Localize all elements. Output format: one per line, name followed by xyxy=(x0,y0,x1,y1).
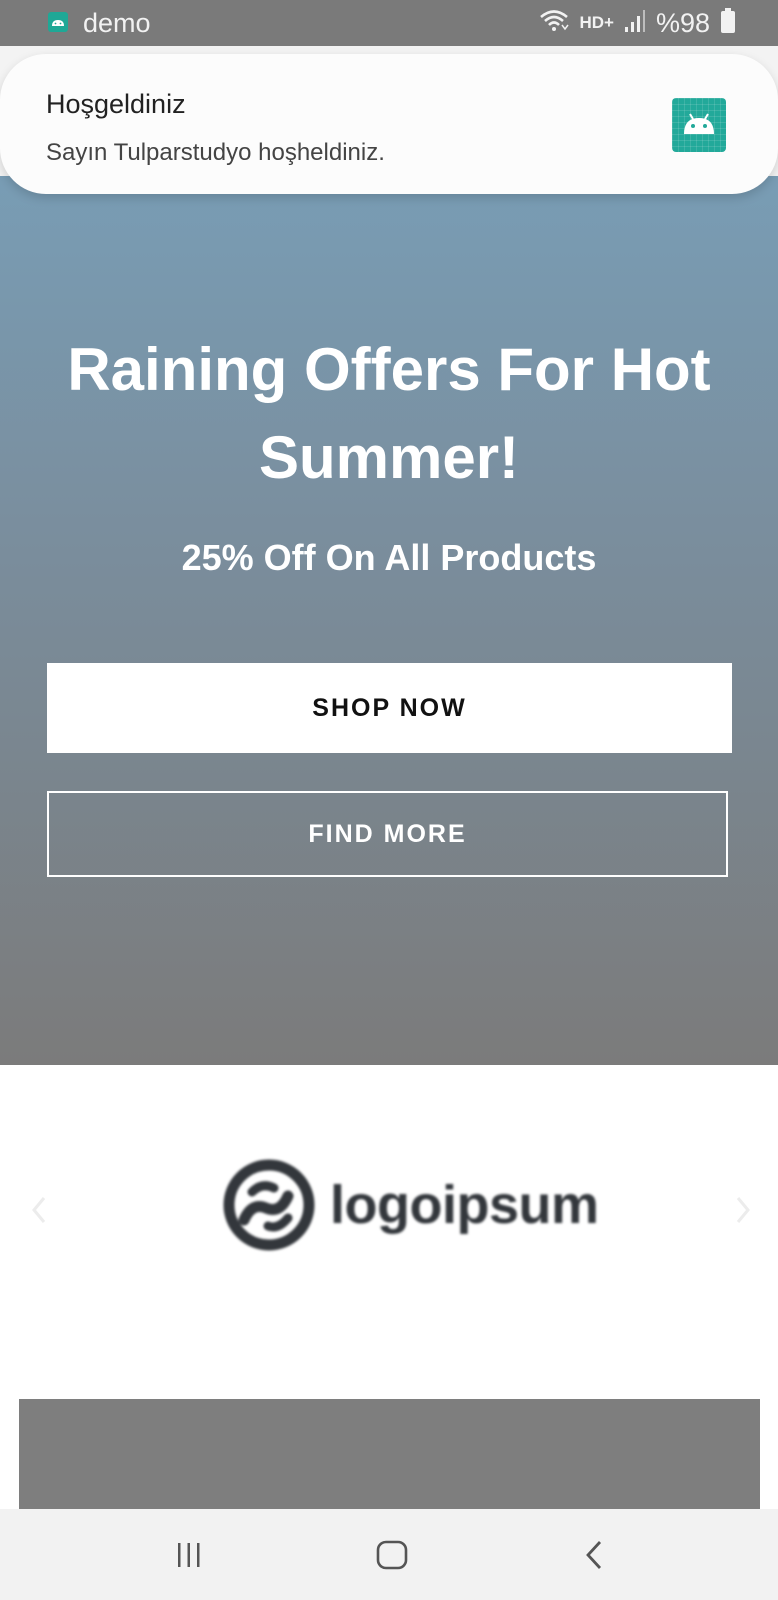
partner-logo: logoipsum xyxy=(222,1157,599,1253)
shop-now-button[interactable]: SHOP NOW xyxy=(47,663,732,753)
logo-text: logoipsum xyxy=(330,1175,599,1235)
notification-card[interactable]: Hoşgeldiniz Sayın Tulparstudyo hoşheldin… xyxy=(0,54,778,194)
signal-icon xyxy=(624,9,646,38)
network-label: HD+ xyxy=(579,13,614,32)
find-more-button[interactable]: FIND MORE xyxy=(47,791,728,877)
notification-body: Sayın Tulparstudyo hoşheldiniz. xyxy=(46,139,385,166)
wifi-icon xyxy=(539,8,570,39)
recents-icon[interactable] xyxy=(172,1539,206,1571)
battery-icon xyxy=(720,7,736,39)
notification-title: Hoşgeldiniz xyxy=(46,89,186,119)
status-indicators: HD+ %98 xyxy=(539,7,736,39)
logo-carousel: logoipsum xyxy=(0,1065,778,1399)
logo-mark-icon xyxy=(223,1159,315,1251)
hero-subtitle: 25% Off On All Products xyxy=(181,537,597,578)
hero-banner: Raining Offers For Hot Summer! 25% Off O… xyxy=(0,46,778,1065)
chevron-right-icon[interactable] xyxy=(730,1190,758,1230)
navigation-bar xyxy=(0,1509,778,1600)
content-image-placeholder xyxy=(19,1399,760,1509)
back-icon[interactable] xyxy=(580,1539,610,1571)
hero-title: Raining Offers For Hot Summer! xyxy=(67,336,711,491)
android-icon xyxy=(48,12,68,32)
home-icon[interactable] xyxy=(375,1539,409,1571)
status-bar: demo HD+ %98 xyxy=(0,0,778,46)
battery-percent: %98 xyxy=(655,8,710,38)
android-icon xyxy=(672,98,726,152)
status-app-name: demo xyxy=(83,8,151,38)
chevron-left-icon[interactable] xyxy=(24,1190,52,1230)
